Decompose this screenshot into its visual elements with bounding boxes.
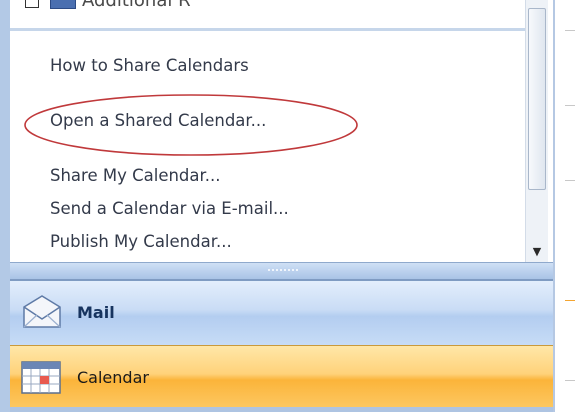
nav-button-calendar[interactable]: Calendar — [10, 345, 553, 409]
folder-item-label: Additional R — [82, 0, 191, 11]
splitter-grip[interactable] — [268, 269, 298, 273]
grid-tick — [565, 380, 575, 381]
grid-tick-accent — [565, 300, 575, 301]
nav-label-mail: Mail — [77, 303, 115, 322]
scroll-down-arrow-icon[interactable]: ▼ — [529, 244, 545, 260]
calendar-view-edge — [555, 0, 577, 412]
mail-icon — [23, 295, 61, 328]
vertical-scrollbar[interactable]: ▼ — [525, 0, 548, 262]
nav-label-calendar: Calendar — [77, 368, 149, 387]
link-share-my-calendar[interactable]: Share My Calendar... — [50, 166, 221, 185]
grid-tick — [565, 30, 575, 31]
link-open-shared-calendar[interactable]: Open a Shared Calendar... — [50, 111, 266, 130]
pane-splitter[interactable] — [10, 262, 553, 280]
nav-button-mail[interactable]: Mail — [10, 280, 553, 345]
grid-tick — [565, 105, 575, 106]
section-divider — [10, 28, 525, 31]
folder-checkbox[interactable] — [25, 0, 39, 8]
scrollbar-thumb[interactable] — [528, 8, 546, 190]
navigation-pane: Additional R How to Share Calendars Open… — [0, 0, 555, 412]
pane-left-border — [0, 0, 10, 412]
pane-bottom-strip — [10, 407, 553, 412]
link-send-calendar-via-email[interactable]: Send a Calendar via E-mail... — [50, 199, 289, 218]
calendar-icon — [21, 361, 61, 394]
grid-tick — [565, 180, 575, 181]
link-publish-my-calendar[interactable]: Publish My Calendar... — [50, 232, 232, 251]
folder-item-additional[interactable]: Additional R — [10, 0, 525, 28]
calendar-folder-icon — [50, 0, 76, 9]
link-how-to-share-calendars[interactable]: How to Share Calendars — [50, 56, 249, 75]
